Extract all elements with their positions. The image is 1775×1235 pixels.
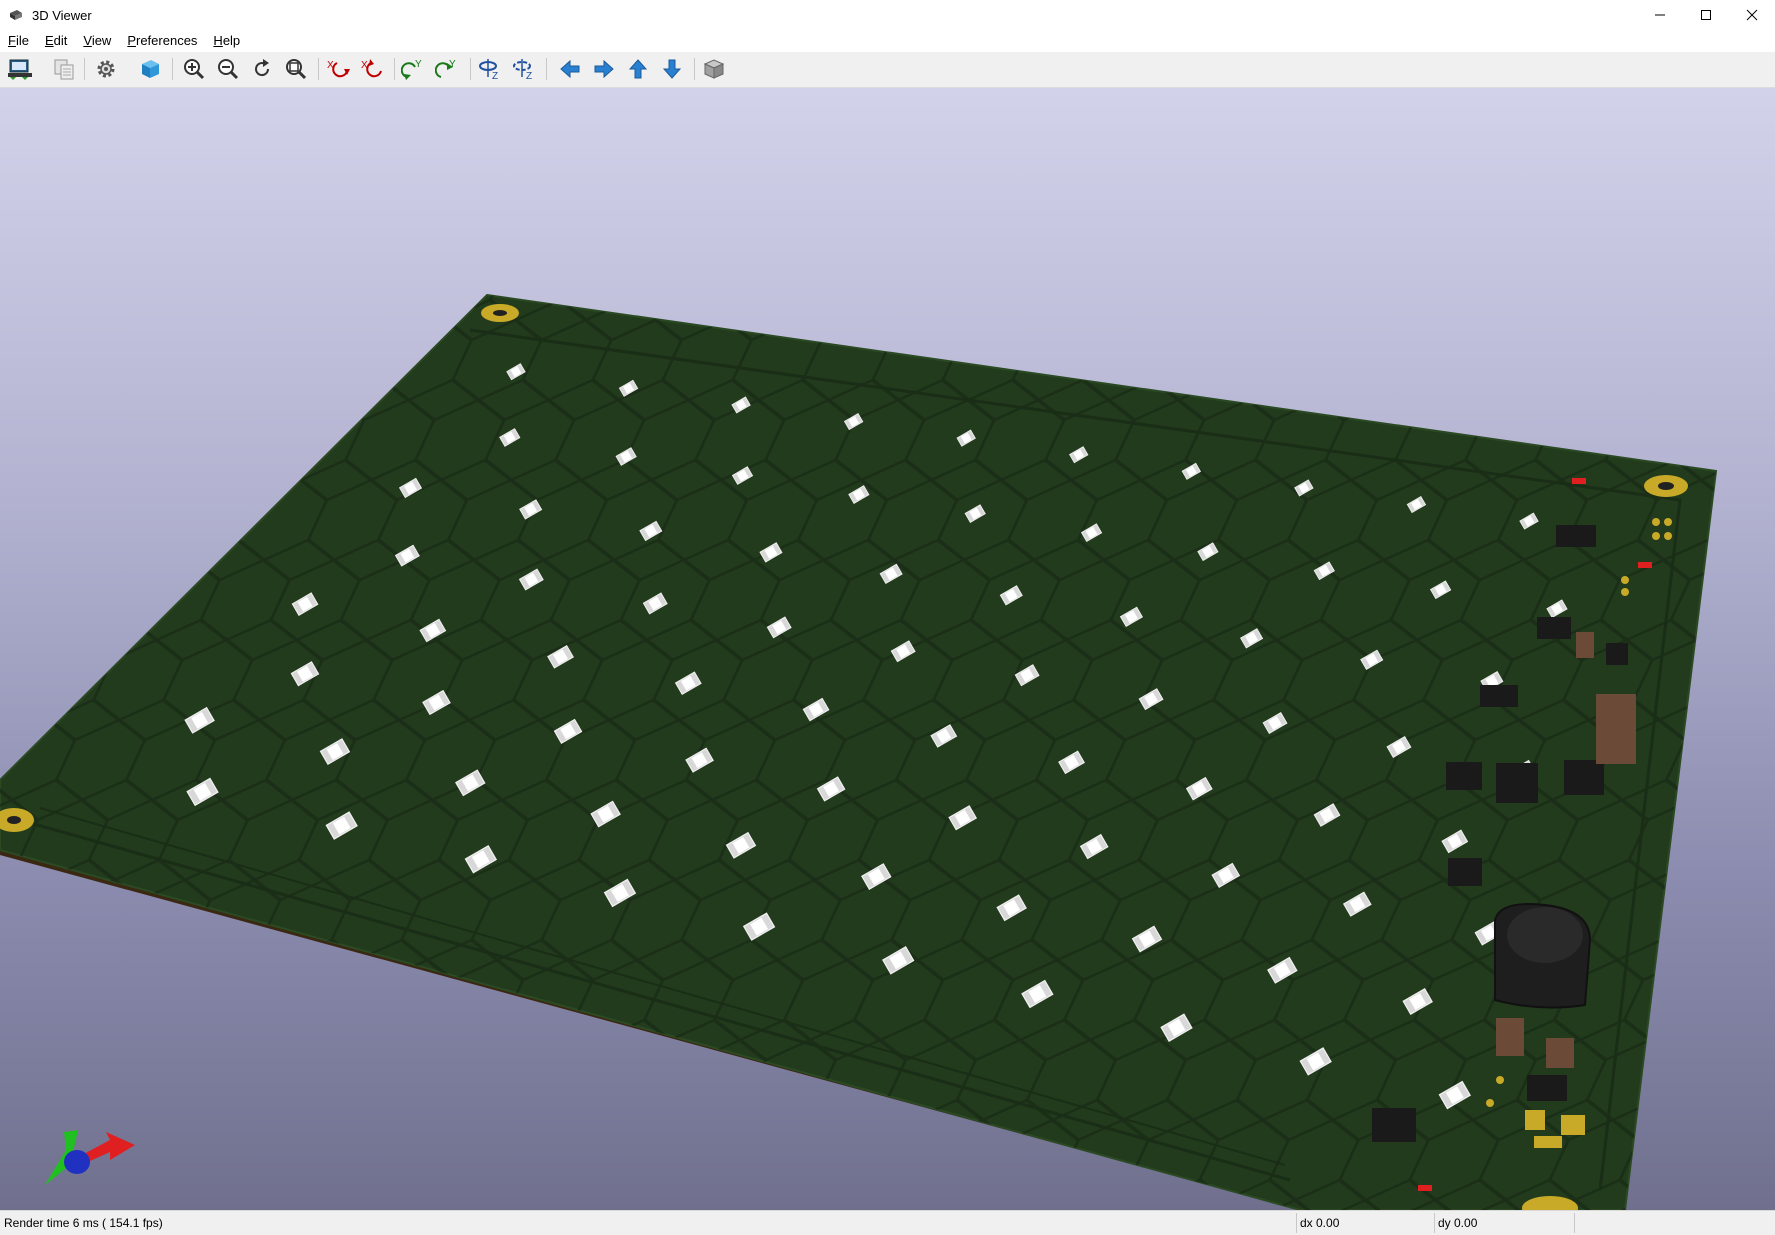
- title-bar: 3D Viewer: [0, 0, 1775, 31]
- svg-text:Z: Z: [526, 71, 532, 81]
- menu-view[interactable]: View: [75, 30, 119, 52]
- move-left-button[interactable]: [556, 55, 584, 83]
- reload-board-button[interactable]: [6, 55, 34, 83]
- redraw-icon: [255, 59, 270, 77]
- redraw-button[interactable]: [248, 55, 276, 83]
- zoom-fit-icon: [286, 59, 307, 80]
- zoom-out-icon: [218, 59, 239, 80]
- mounting-hole: [481, 304, 519, 322]
- svg-text:Z: Z: [492, 71, 498, 81]
- raytrace-button[interactable]: [136, 55, 164, 83]
- menu-preferences[interactable]: Preferences: [119, 30, 205, 52]
- toolbar: X X Y Y Z Z: [0, 52, 1775, 88]
- kicad-3d-icon: [10, 10, 22, 20]
- dy-status: dy 0.00: [1438, 1216, 1478, 1230]
- rotate-y-ccw-button[interactable]: Y: [434, 55, 462, 83]
- dx-status: dx 0.00: [1300, 1216, 1340, 1230]
- rotate-x-ccw-button[interactable]: X: [358, 55, 386, 83]
- rotate-y-cw-icon: Y: [401, 59, 422, 80]
- rotate-y-cw-button[interactable]: Y: [400, 55, 428, 83]
- rotate-z-cw-button[interactable]: Z: [476, 55, 504, 83]
- close-icon: [1746, 9, 1758, 21]
- move-right-button[interactable]: [590, 55, 618, 83]
- zoom-in-button[interactable]: [180, 55, 208, 83]
- menu-file[interactable]: File: [0, 30, 37, 52]
- raytrace-cube-icon: [142, 60, 159, 78]
- move-right-icon: [594, 59, 614, 79]
- maximize-button[interactable]: [1683, 0, 1729, 30]
- menu-bar: File Edit View Preferences Help: [0, 30, 1775, 52]
- pcb-traces: [0, 295, 1716, 1210]
- rotate-y-ccw-icon: Y: [435, 59, 456, 78]
- move-up-icon: [628, 59, 648, 79]
- minimize-button[interactable]: [1637, 0, 1683, 30]
- pcb-board-render: [0, 293, 1718, 1210]
- zoom-in-icon: [184, 59, 205, 80]
- zoom-out-button[interactable]: [214, 55, 242, 83]
- move-down-icon: [662, 59, 682, 79]
- settings-button[interactable]: [92, 55, 120, 83]
- copy-image-icon: [54, 59, 74, 80]
- reload-board-icon: [8, 59, 32, 80]
- maximize-icon: [1701, 10, 1711, 20]
- rotate-z-ccw-button[interactable]: Z: [510, 55, 538, 83]
- rotate-x-cw-icon: X: [327, 60, 350, 78]
- zoom-fit-button[interactable]: [282, 55, 310, 83]
- ortho-toggle-icon: [703, 59, 725, 79]
- settings-gear-icon: [97, 60, 115, 78]
- rotate-x-ccw-icon: X: [361, 59, 382, 78]
- copy-image-button[interactable]: [50, 55, 78, 83]
- rotate-x-cw-button[interactable]: X: [324, 55, 352, 83]
- move-left-icon: [560, 59, 580, 79]
- svg-text:Y: Y: [415, 59, 422, 70]
- minimize-icon: [1655, 14, 1665, 16]
- menu-help[interactable]: Help: [205, 30, 248, 52]
- mounting-hole: [1644, 475, 1688, 497]
- rotate-z-ccw-icon: Z: [513, 59, 532, 81]
- move-up-button[interactable]: [624, 55, 652, 83]
- status-bar: Render time 6 ms ( 154.1 fps) dx 0.00 dy…: [0, 1210, 1775, 1235]
- menu-edit[interactable]: Edit: [37, 30, 75, 52]
- render-time-status: Render time 6 ms ( 154.1 fps): [4, 1216, 163, 1230]
- rotate-z-cw-icon: Z: [479, 59, 498, 81]
- close-button[interactable]: [1729, 0, 1775, 30]
- 3d-viewport[interactable]: [0, 88, 1775, 1210]
- ortho-toggle-button[interactable]: [700, 55, 728, 83]
- move-down-button[interactable]: [658, 55, 686, 83]
- window-title: 3D Viewer: [32, 7, 92, 23]
- axis-gizmo: [45, 1130, 135, 1185]
